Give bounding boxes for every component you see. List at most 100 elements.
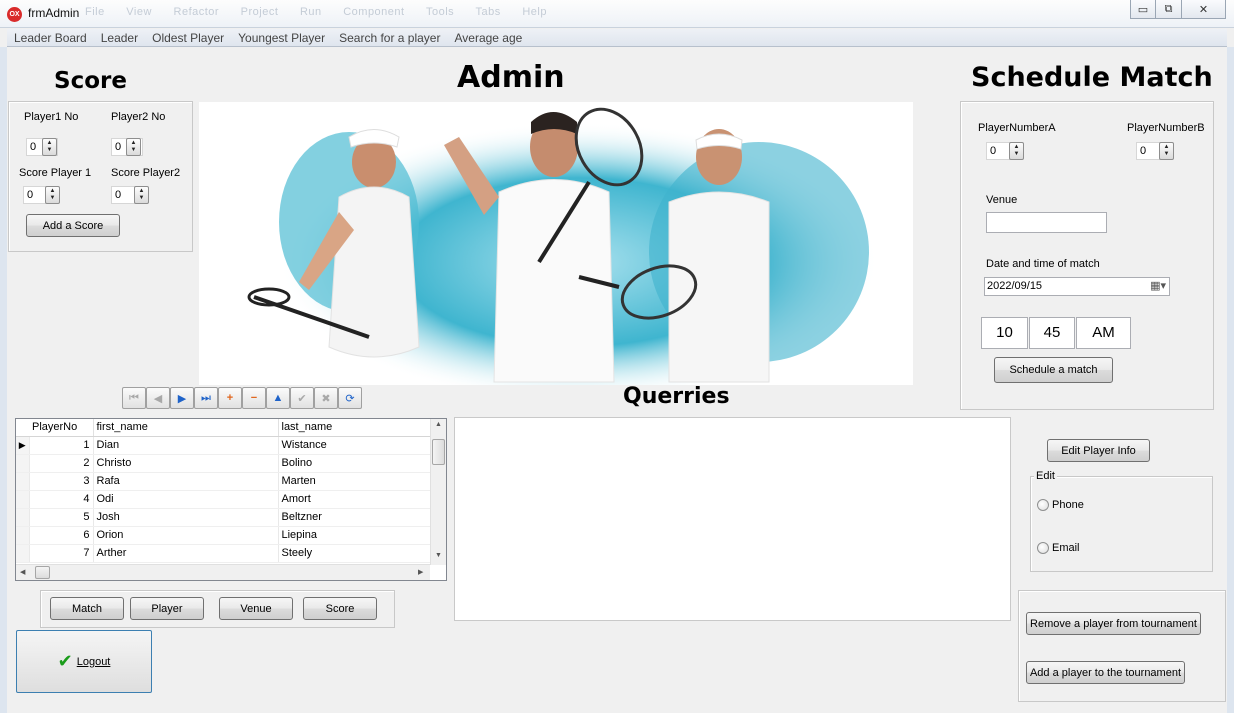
cell-playerno[interactable]: 3: [29, 472, 94, 491]
ide-menu-item: Project: [240, 6, 279, 18]
close-button[interactable]: ✕: [1182, 0, 1226, 19]
scroll-right-icon[interactable]: ▶: [418, 568, 423, 576]
edit-player-info-button[interactable]: Edit Player Info: [1047, 439, 1150, 462]
match-button[interactable]: Match: [50, 597, 124, 620]
hour-field[interactable]: 10: [981, 317, 1028, 349]
column-header-playerno[interactable]: PlayerNo: [29, 419, 94, 437]
minute-field[interactable]: 45: [1029, 317, 1075, 349]
cell-first-name[interactable]: Josh: [93, 508, 279, 527]
next-record-button[interactable]: ▶: [170, 387, 194, 409]
minimize-button[interactable]: ▭: [1130, 0, 1156, 19]
cell-last-name[interactable]: Liepina: [278, 526, 433, 545]
delete-record-button[interactable]: −: [242, 387, 266, 409]
venue-input[interactable]: [986, 212, 1107, 233]
cell-first-name[interactable]: Orion: [93, 526, 279, 545]
table-row[interactable]: 2 Christo Bolino: [16, 454, 433, 473]
maximize-button[interactable]: ⧉: [1156, 0, 1182, 19]
row-indicator: [16, 490, 30, 509]
horizontal-scroll-thumb[interactable]: [35, 566, 50, 579]
cell-first-name[interactable]: Arther: [93, 544, 279, 563]
cell-last-name[interactable]: Bolino: [278, 454, 433, 473]
ampm-field[interactable]: AM: [1076, 317, 1131, 349]
queries-output-box[interactable]: [454, 417, 1011, 621]
score-player2-spinner[interactable]: ▲ ▼: [134, 186, 149, 204]
refresh-button[interactable]: ⟳: [338, 387, 362, 409]
cell-last-name[interactable]: Wistance: [278, 436, 433, 455]
row-indicator: [16, 544, 30, 563]
add-score-button[interactable]: Add a Score: [26, 214, 120, 237]
venue-button[interactable]: Venue: [219, 597, 293, 620]
cell-last-name[interactable]: Steely: [278, 544, 433, 563]
post-record-button[interactable]: ✔: [290, 387, 314, 409]
logout-button[interactable]: ✔ Logout: [16, 630, 152, 693]
table-row[interactable]: 7 Arther Steely: [16, 544, 433, 563]
menu-youngest-player[interactable]: Youngest Player: [238, 31, 325, 45]
cell-last-name[interactable]: Marten: [278, 472, 433, 491]
cell-first-name[interactable]: Rafa: [93, 472, 279, 491]
scroll-down-icon[interactable]: ▼: [435, 552, 442, 559]
column-header-last-name[interactable]: last_name: [278, 419, 433, 437]
spin-down-icon: ▼: [46, 147, 53, 153]
grid-vertical-scrollbar[interactable]: ▲ ▼: [430, 419, 446, 565]
players-grid[interactable]: PlayerNo first_name last_name ▶ 1 Dian W…: [15, 418, 447, 581]
schedule-match-button[interactable]: Schedule a match: [994, 357, 1113, 383]
player2-no-spinner[interactable]: ▲ ▼: [126, 138, 141, 156]
cancel-record-button[interactable]: ✖: [314, 387, 338, 409]
last-record-icon: ⏭: [201, 391, 211, 404]
menu-search-player[interactable]: Search for a player: [339, 31, 440, 45]
menu-leader[interactable]: Leader: [101, 31, 138, 45]
email-radio[interactable]: [1037, 542, 1049, 554]
insert-record-button[interactable]: +: [218, 387, 242, 409]
table-row[interactable]: 3 Rafa Marten: [16, 472, 433, 491]
cell-playerno[interactable]: 1: [29, 436, 94, 455]
score-player1-spinner[interactable]: ▲ ▼: [45, 186, 60, 204]
cell-first-name[interactable]: Odi: [93, 490, 279, 509]
last-record-button[interactable]: ⏭: [194, 387, 218, 409]
datetime-label: Date and time of match: [986, 258, 1100, 270]
score-button[interactable]: Score: [303, 597, 377, 620]
vertical-scroll-thumb[interactable]: [432, 439, 445, 465]
add-player-button[interactable]: Add a player to the tournament: [1026, 661, 1185, 684]
cell-playerno[interactable]: 7: [29, 544, 94, 563]
spin-up-icon: ▲: [1013, 144, 1020, 150]
player-number-a-spinner[interactable]: ▲ ▼: [1009, 142, 1024, 160]
player1-no-spinner[interactable]: ▲ ▼: [42, 138, 57, 156]
scroll-left-icon[interactable]: ◀: [20, 568, 25, 576]
date-picker[interactable]: 2022/09/15 ▦▾: [984, 277, 1170, 296]
menu-average-age[interactable]: Average age: [454, 31, 522, 45]
remove-player-button[interactable]: Remove a player from tournament: [1026, 612, 1201, 635]
cell-last-name[interactable]: Beltzner: [278, 508, 433, 527]
table-row[interactable]: 4 Odi Amort: [16, 490, 433, 509]
calendar-dropdown-icon[interactable]: ▦▾: [1150, 279, 1166, 292]
logout-label: Logout: [76, 655, 111, 668]
player-number-b-spinner[interactable]: ▲ ▼: [1159, 142, 1174, 160]
first-record-button[interactable]: ⏮: [122, 387, 146, 409]
edit-record-button[interactable]: ▲: [266, 387, 290, 409]
cell-first-name[interactable]: Dian: [93, 436, 279, 455]
column-header-first-name[interactable]: first_name: [93, 419, 279, 437]
phone-radio-label[interactable]: Phone: [1052, 499, 1084, 511]
table-row[interactable]: 6 Orion Liepina: [16, 526, 433, 545]
scroll-up-icon[interactable]: ▲: [435, 421, 442, 428]
table-row[interactable]: 5 Josh Beltzner: [16, 508, 433, 527]
prior-record-button[interactable]: ◀: [146, 387, 170, 409]
grid-horizontal-scrollbar[interactable]: ◀ ▶: [16, 564, 430, 580]
window-title: frmAdmin: [28, 6, 80, 20]
email-radio-label[interactable]: Email: [1052, 542, 1080, 554]
schedule-match-heading: Schedule Match: [971, 62, 1213, 93]
table-row[interactable]: ▶ 1 Dian Wistance: [16, 436, 433, 455]
cell-playerno[interactable]: 4: [29, 490, 94, 509]
spin-up-icon: ▲: [138, 188, 145, 194]
menu-oldest-player[interactable]: Oldest Player: [152, 31, 224, 45]
cell-playerno[interactable]: 5: [29, 508, 94, 527]
spin-up-icon: ▲: [130, 140, 137, 146]
main-menu-bar: Leader Board Leader Oldest Player Younge…: [7, 29, 1227, 47]
cell-playerno[interactable]: 2: [29, 454, 94, 473]
menu-leader-board[interactable]: Leader Board: [14, 31, 87, 45]
cell-playerno[interactable]: 6: [29, 526, 94, 545]
phone-radio[interactable]: [1037, 499, 1049, 511]
cell-first-name[interactable]: Christo: [93, 454, 279, 473]
player-button[interactable]: Player: [130, 597, 204, 620]
tournament-group: [1018, 590, 1226, 702]
cell-last-name[interactable]: Amort: [278, 490, 433, 509]
